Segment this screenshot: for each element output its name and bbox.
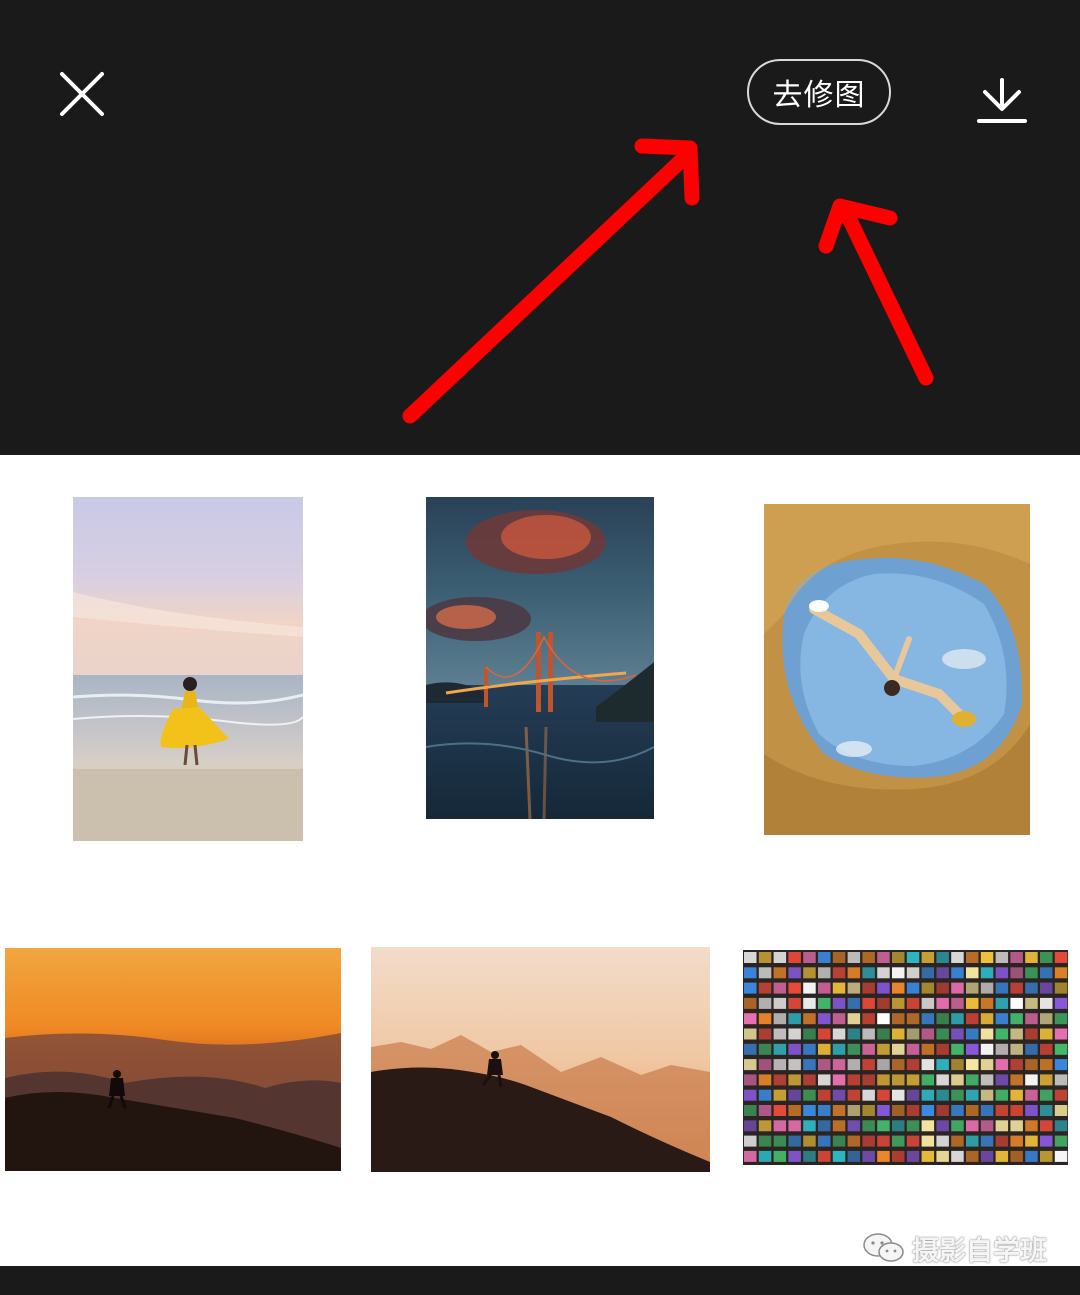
- mountain-silhouette-photo[interactable]: [371, 947, 710, 1172]
- wechat-icon: [863, 1233, 904, 1262]
- download-icon: [977, 78, 1027, 123]
- watermark-text: 摄影自学班: [912, 1235, 1047, 1267]
- top-toolbar: 去修图: [0, 0, 1080, 455]
- close-icon: [60, 72, 104, 116]
- arrow-to-edit-button: [402, 138, 700, 424]
- watermark: 摄影自学班: [862, 1228, 1047, 1268]
- golden-gate-bridge-photo[interactable]: [426, 497, 654, 819]
- arrow-to-download-button: [818, 198, 934, 386]
- edit-photo-label: 去修图: [772, 78, 866, 113]
- cave-jumper-photo[interactable]: [764, 504, 1030, 835]
- night-market-aerial-photo[interactable]: [743, 950, 1068, 1165]
- mountain-hiker-sunset-photo[interactable]: [5, 948, 341, 1171]
- bottom-bar: [0, 1266, 1080, 1295]
- beach-dancer-photo[interactable]: [73, 497, 303, 841]
- annotation-arrows: [402, 138, 934, 424]
- download-button[interactable]: [975, 76, 1029, 126]
- edit-photo-button[interactable]: 去修图: [747, 59, 891, 125]
- close-button[interactable]: [58, 70, 106, 118]
